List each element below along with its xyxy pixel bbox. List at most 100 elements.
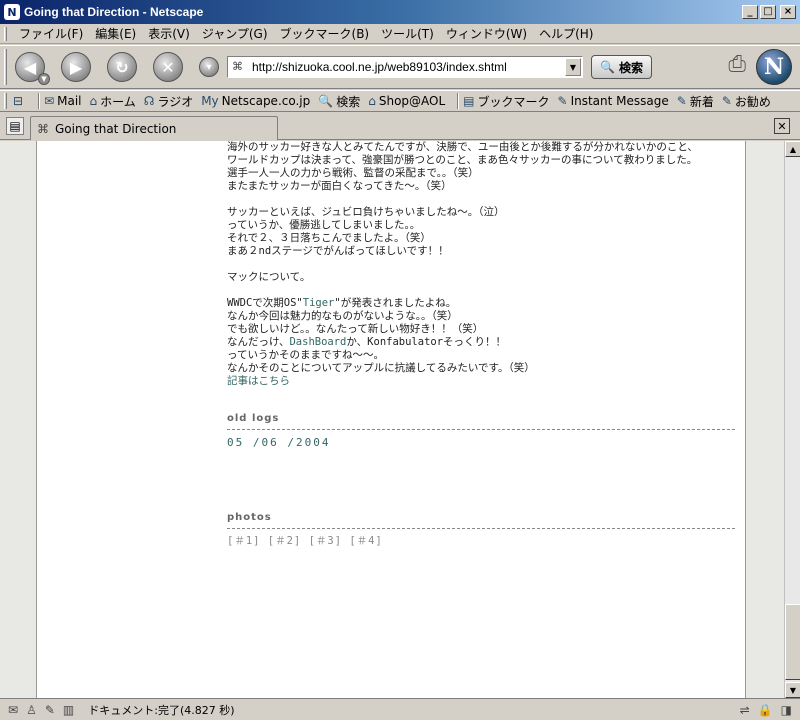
text-line: なんかそのことについてアップルに抗議してるみたいです。（笑） [227, 362, 535, 374]
bookmark-search[interactable]: 🔍 検索 [318, 93, 360, 110]
connection-icon[interactable]: ⇌ [740, 703, 750, 717]
bookmark-recommend[interactable]: ✎ お勧め [722, 93, 771, 110]
photos-heading: photos [227, 512, 272, 523]
menu-help[interactable]: ヘルプ(H) [533, 25, 599, 42]
bookmark-radio[interactable]: ☊ ラジオ [144, 93, 193, 110]
bookmark-label: 新着 [689, 94, 714, 109]
text-line: なんか今回は魅力的なものがないような。。（笑） [227, 310, 458, 322]
content-viewport: 海外のサッカー好きな人とみてたんですが、決勝で、ユー由後とか後難するが分かれない… [0, 141, 800, 698]
composer-icon[interactable]: ✎ [45, 703, 55, 717]
instant-messenger-icon[interactable]: ♙ [26, 703, 37, 717]
status-bar: ✉ ♙ ✎ ▥ ドキュメント:完了(4.827 秒) ⇌ 🔒 ◨ [0, 698, 800, 720]
bookmark-label: ラジオ [157, 94, 194, 109]
tab-bar: ▤ ⌘ Going that Direction ✕ [0, 113, 800, 140]
tab-going-that-direction[interactable]: ⌘ Going that Direction [30, 116, 278, 140]
search-icon: 🔍 [600, 60, 615, 74]
search-icon: 🔍 [318, 94, 334, 108]
scroll-thumb[interactable] [785, 604, 800, 680]
mail-icon: ✉ [44, 94, 55, 108]
text-line: ワールドカップは決まって、強豪国が勝つとのこと、まあ色々サッカーの事について教わ… [227, 154, 698, 166]
url-input[interactable]: http://shizuoka.cool.ne.jp/web89103/inde… [252, 60, 565, 74]
text-line: なんだっけ、DashBoardか、Konfabulatorそっくり！！ [227, 336, 745, 349]
minimize-button[interactable]: _ [742, 5, 758, 19]
url-history-button[interactable]: ▾ [199, 57, 219, 77]
text-fragment: WWDCで次期OS" [227, 297, 303, 309]
mail-icon[interactable]: ✉ [8, 703, 18, 717]
tab-label: Going that Direction [55, 121, 177, 136]
security-icon[interactable]: 🔒 [758, 703, 773, 717]
separator [457, 93, 460, 109]
text-line: それで２、３日落ちこんでましたよ。（笑） [227, 232, 431, 244]
tiger-link[interactable]: Tiger [303, 297, 335, 309]
print-icon[interactable]: ⎙ [728, 52, 746, 77]
back-arrow-icon: ◀ [23, 57, 37, 77]
bookmark-label: Shop@AOL [378, 94, 446, 108]
maximize-button[interactable]: □ [760, 5, 776, 19]
address-book-icon[interactable]: ▥ [63, 703, 74, 717]
menu-edit[interactable]: 編集(E) [89, 25, 142, 42]
scroll-up-button[interactable]: ▲ [785, 141, 800, 157]
scroll-down-button[interactable]: ▼ [785, 682, 800, 698]
close-button[interactable]: × [780, 5, 796, 19]
bookmark-folder[interactable]: ▤ ブックマーク [463, 93, 549, 110]
bookmark-label: ブックマーク [477, 94, 550, 109]
headphones-icon: ☊ [143, 94, 155, 108]
menu-bookmarks[interactable]: ブックマーク(B) [274, 25, 376, 42]
bookmark-mail[interactable]: ✉ Mail [44, 94, 81, 108]
dashboard-link[interactable]: DashBoard [289, 336, 346, 348]
url-bar[interactable]: ⌘ http://shizuoka.cool.ne.jp/web89103/in… [227, 56, 583, 78]
shop-icon: ⌂ [368, 94, 376, 108]
bookmark-instant-message[interactable]: ✎ Instant Message [558, 94, 669, 108]
personalbar-grip[interactable] [4, 93, 7, 109]
menubar-grip[interactable] [4, 26, 7, 41]
url-dropdown-icon[interactable]: ▼ [565, 58, 581, 76]
bookmark-label: Netscape.co.jp [221, 94, 311, 108]
old-logs-heading: old logs [227, 413, 280, 424]
photo-links[interactable]: [＃1] [＃2] [＃3] [＃4] [227, 535, 745, 548]
search-button-label: 検索 [618, 60, 643, 75]
menu-tools[interactable]: ツール(T) [375, 25, 440, 42]
personal-toolbar: ⊟ ✉ Mail ⌂ ホーム ☊ ラジオ My Netscape.co.jp 🔍 検索 ⌂… [0, 90, 800, 112]
forward-button[interactable]: ▶ [61, 52, 91, 82]
home-tab-icon[interactable]: ⊟ [13, 94, 26, 108]
text-fragment: か、Konfabulatorそっくり！！ [346, 336, 507, 348]
bookmark-netscape[interactable]: My Netscape.co.jp [201, 94, 310, 108]
back-button[interactable]: ◀ ▼ [15, 52, 50, 85]
my-netscape-icon: My [201, 94, 219, 108]
popup-icon[interactable]: ◨ [781, 703, 792, 717]
menu-go[interactable]: ジャンプ(G) [196, 25, 274, 42]
folder-icon: ▤ [463, 94, 475, 108]
article-link[interactable]: 記事はこちら [227, 375, 745, 388]
bookmark-new[interactable]: ✎ 新着 [677, 93, 714, 110]
bookmark-home[interactable]: ⌂ ホーム [90, 93, 136, 110]
forward-arrow-icon: ▶ [69, 57, 83, 77]
status-right-icons: ⇌ 🔒 ◨ [732, 703, 792, 717]
bookmark-shop-aol[interactable]: ⌂ Shop@AOL [368, 94, 445, 108]
text-line: でも欲しいけど。。なんたって新しい物好き！！（笑） [227, 323, 484, 335]
link-icon: ✎ [557, 94, 568, 108]
reload-icon: ↻ [115, 57, 129, 77]
menu-view[interactable]: 表示(V) [142, 25, 196, 42]
page-icon: ⌘ [232, 60, 243, 73]
netscape-throbber-icon[interactable]: N [756, 49, 792, 85]
stop-button[interactable]: ✕ [153, 52, 183, 82]
window-title: Going that Direction - Netscape [24, 5, 204, 19]
home-icon: ⌂ [89, 94, 98, 108]
bookmark-label: お勧め [734, 94, 771, 109]
search-button[interactable]: 🔍 検索 [591, 55, 652, 79]
sidebar-toggle-icon[interactable]: ▤ [6, 117, 24, 135]
navbar-grip[interactable] [4, 49, 7, 85]
back-dropdown-icon[interactable]: ▼ [38, 73, 50, 85]
menu-window[interactable]: ウィンドウ(W) [440, 25, 533, 42]
old-logs-link[interactable]: 05 /06 /2004 [227, 436, 745, 449]
menu-file[interactable]: ファイル(F) [13, 25, 89, 42]
divider [227, 528, 735, 529]
netscape-app-icon[interactable]: N [4, 4, 20, 20]
reload-button[interactable]: ↻ [107, 52, 137, 82]
vertical-scrollbar[interactable]: ▲ ▼ [784, 141, 800, 698]
separator [38, 93, 41, 109]
close-tab-button[interactable]: ✕ [774, 118, 790, 134]
title-bar: N Going that Direction - Netscape _ □ × [0, 0, 800, 24]
